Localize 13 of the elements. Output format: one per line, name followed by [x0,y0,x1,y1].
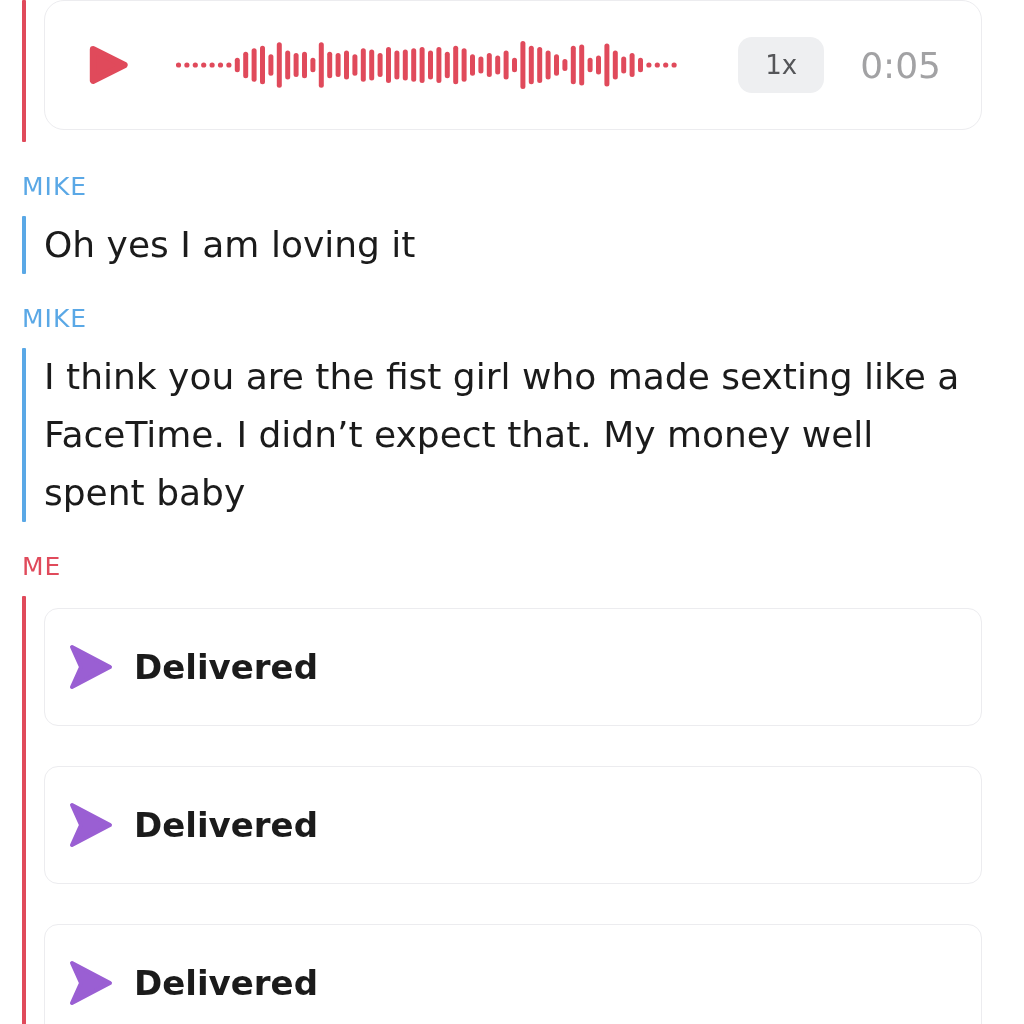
arrow-icon [68,801,114,849]
arrow-icon [68,643,114,691]
playback-speed-button[interactable]: 1x [738,37,825,93]
status-text: Delivered [134,647,318,687]
message-text: I think you are the fist girl who made sexting like a FaceTime. I didn’t expect that. My money well spent baby [44,355,961,515]
status-text: Delivered [134,963,318,1003]
duration-text: 0:05 [860,44,941,86]
status-text: Delivered [134,805,318,845]
message-text: Oh yes I am loving it [44,223,417,267]
sender-name: MIKE [22,171,88,203]
sender-name: ME [22,551,62,583]
sender-name: MIKE [22,303,88,335]
arrow-icon [68,959,114,1007]
